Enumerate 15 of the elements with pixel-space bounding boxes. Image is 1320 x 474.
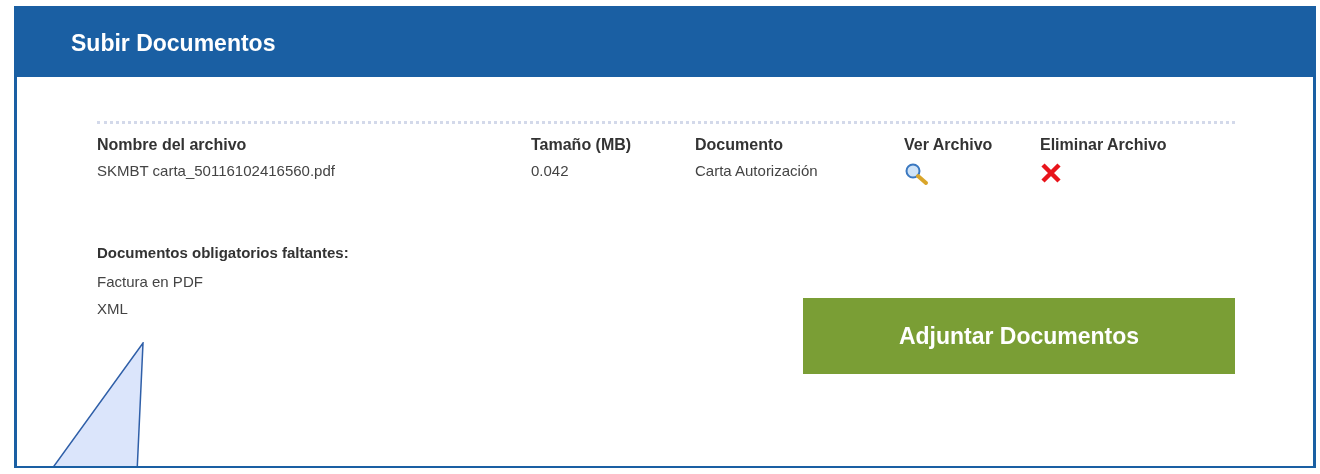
delete-icon[interactable] xyxy=(1040,162,1062,184)
table-cell-text: SKMBT carta_50116102416560.pdf xyxy=(97,162,336,181)
missing-documents-label: Documentos obligatorios faltantes: xyxy=(97,244,349,261)
column-header: Documento xyxy=(695,136,784,154)
attach-documents-button[interactable]: Adjuntar Documentos xyxy=(803,298,1235,374)
missing-document: Factura en PDF xyxy=(97,273,204,290)
table-cell-text: 0.042 xyxy=(531,162,570,181)
column-header: Nombre del archivo xyxy=(97,136,248,154)
table-cell-text: Carta Autorización xyxy=(695,162,819,181)
missing-document: XML xyxy=(97,300,129,317)
column-header: Ver Archivo xyxy=(904,136,994,154)
panel-title: Subir Documentos xyxy=(71,29,276,57)
column-header: Eliminar Archivo xyxy=(1040,136,1168,154)
column-header: Tamaño (MB) xyxy=(531,136,633,154)
search-icon[interactable] xyxy=(904,162,930,186)
